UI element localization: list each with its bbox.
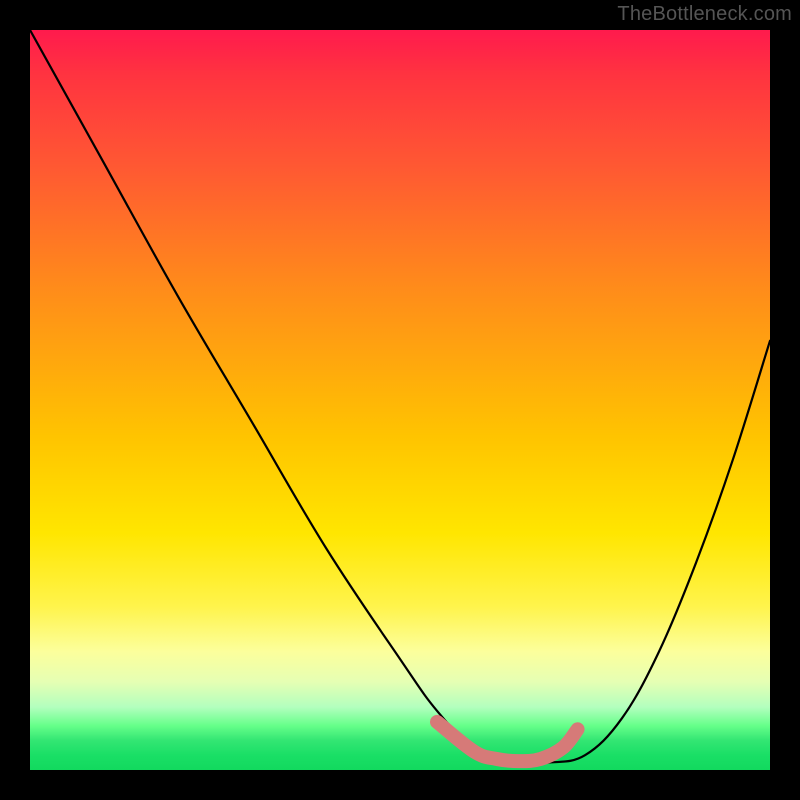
plot-area xyxy=(30,30,770,770)
watermark-text: TheBottleneck.com xyxy=(617,3,792,26)
bottleneck-curve-line xyxy=(30,30,770,764)
curve-layer xyxy=(30,30,770,770)
optimal-range-highlight xyxy=(437,722,578,761)
chart-frame: TheBottleneck.com xyxy=(0,0,800,800)
